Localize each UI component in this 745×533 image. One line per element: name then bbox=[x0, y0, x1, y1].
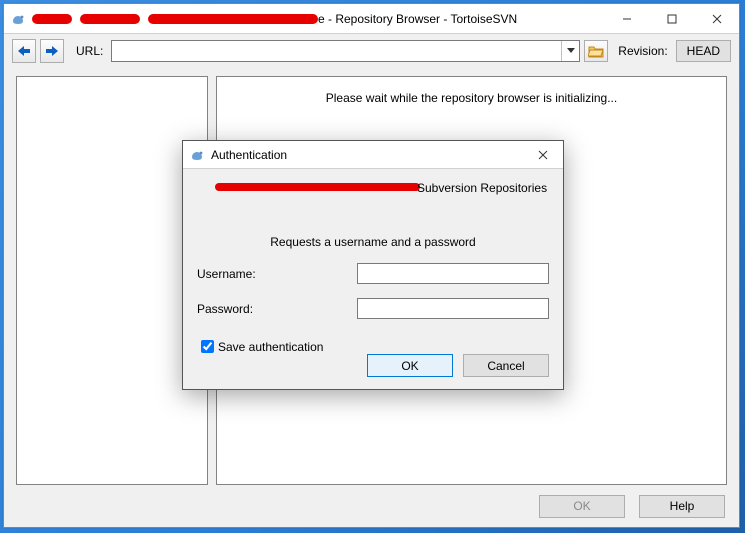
url-combobox[interactable] bbox=[111, 40, 580, 62]
username-label: Username: bbox=[197, 267, 357, 281]
open-folder-button[interactable] bbox=[584, 40, 608, 62]
auth-cancel-button[interactable]: Cancel bbox=[463, 354, 549, 377]
revision-label: Revision: bbox=[618, 44, 667, 58]
help-button[interactable]: Help bbox=[639, 495, 725, 518]
toolbar: URL: Revision: HEAD bbox=[4, 34, 739, 68]
auth-ok-button[interactable]: OK bbox=[367, 354, 453, 377]
redacted-title-part bbox=[80, 14, 140, 24]
dialog-title: Authentication bbox=[211, 148, 287, 162]
url-label: URL: bbox=[76, 44, 103, 58]
dialog-titlebar[interactable]: Authentication bbox=[183, 141, 563, 169]
dialog-close-button[interactable] bbox=[523, 141, 563, 168]
save-auth-checkbox[interactable] bbox=[201, 340, 214, 353]
chevron-down-icon[interactable] bbox=[561, 41, 579, 61]
authentication-dialog: Authentication Subversion Repositories R… bbox=[182, 140, 564, 390]
redacted-title-part bbox=[148, 14, 318, 24]
head-revision-button[interactable]: HEAD bbox=[676, 40, 731, 62]
repository-browser-window: e - Repository Browser - TortoiseSVN URL… bbox=[3, 3, 740, 528]
titlebar[interactable]: e - Repository Browser - TortoiseSVN bbox=[4, 4, 739, 34]
ok-label: OK bbox=[401, 359, 418, 373]
password-field[interactable] bbox=[357, 298, 549, 319]
loading-text: Please wait while the repository browser… bbox=[326, 91, 617, 105]
password-label: Password: bbox=[197, 302, 357, 316]
tortoisesvn-icon bbox=[10, 11, 26, 27]
forward-button[interactable] bbox=[40, 39, 64, 63]
maximize-button[interactable] bbox=[649, 4, 694, 33]
minimize-button[interactable] bbox=[604, 4, 649, 33]
main-ok-button[interactable]: OK bbox=[539, 495, 625, 518]
ok-label: OK bbox=[573, 499, 590, 513]
close-button[interactable] bbox=[694, 4, 739, 33]
cancel-label: Cancel bbox=[487, 359, 524, 373]
username-field[interactable] bbox=[357, 263, 549, 284]
redacted-title-part bbox=[32, 14, 72, 24]
redacted-repo-url bbox=[215, 183, 420, 191]
tortoisesvn-icon bbox=[189, 147, 205, 163]
window-title-suffix: e - Repository Browser - TortoiseSVN bbox=[318, 12, 517, 26]
footer: OK Help bbox=[4, 485, 739, 527]
help-label: Help bbox=[670, 499, 695, 513]
repo-suffix: Subversion Repositories bbox=[417, 181, 547, 195]
tree-pane[interactable] bbox=[16, 76, 208, 485]
save-auth-label: Save authentication bbox=[218, 340, 323, 354]
back-button[interactable] bbox=[12, 39, 36, 63]
auth-instruction: Requests a username and a password bbox=[197, 235, 549, 249]
